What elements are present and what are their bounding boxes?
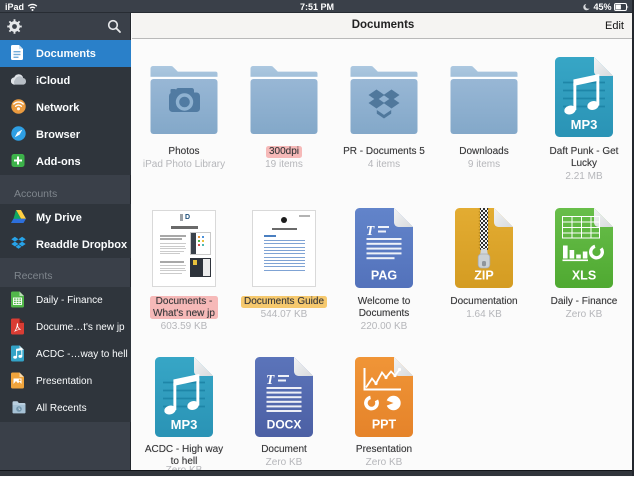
svg-text:XLS: XLS [572, 269, 596, 283]
svg-text:T: T [366, 223, 375, 238]
svg-text:MP3: MP3 [171, 417, 198, 432]
svg-text:DOCX: DOCX [267, 418, 302, 432]
svg-text:MP3: MP3 [571, 117, 598, 132]
svg-text:T: T [266, 372, 275, 387]
svg-text:ZIP: ZIP [474, 269, 493, 283]
svg-text:PAG: PAG [371, 269, 397, 283]
svg-text:PPT: PPT [372, 418, 397, 432]
